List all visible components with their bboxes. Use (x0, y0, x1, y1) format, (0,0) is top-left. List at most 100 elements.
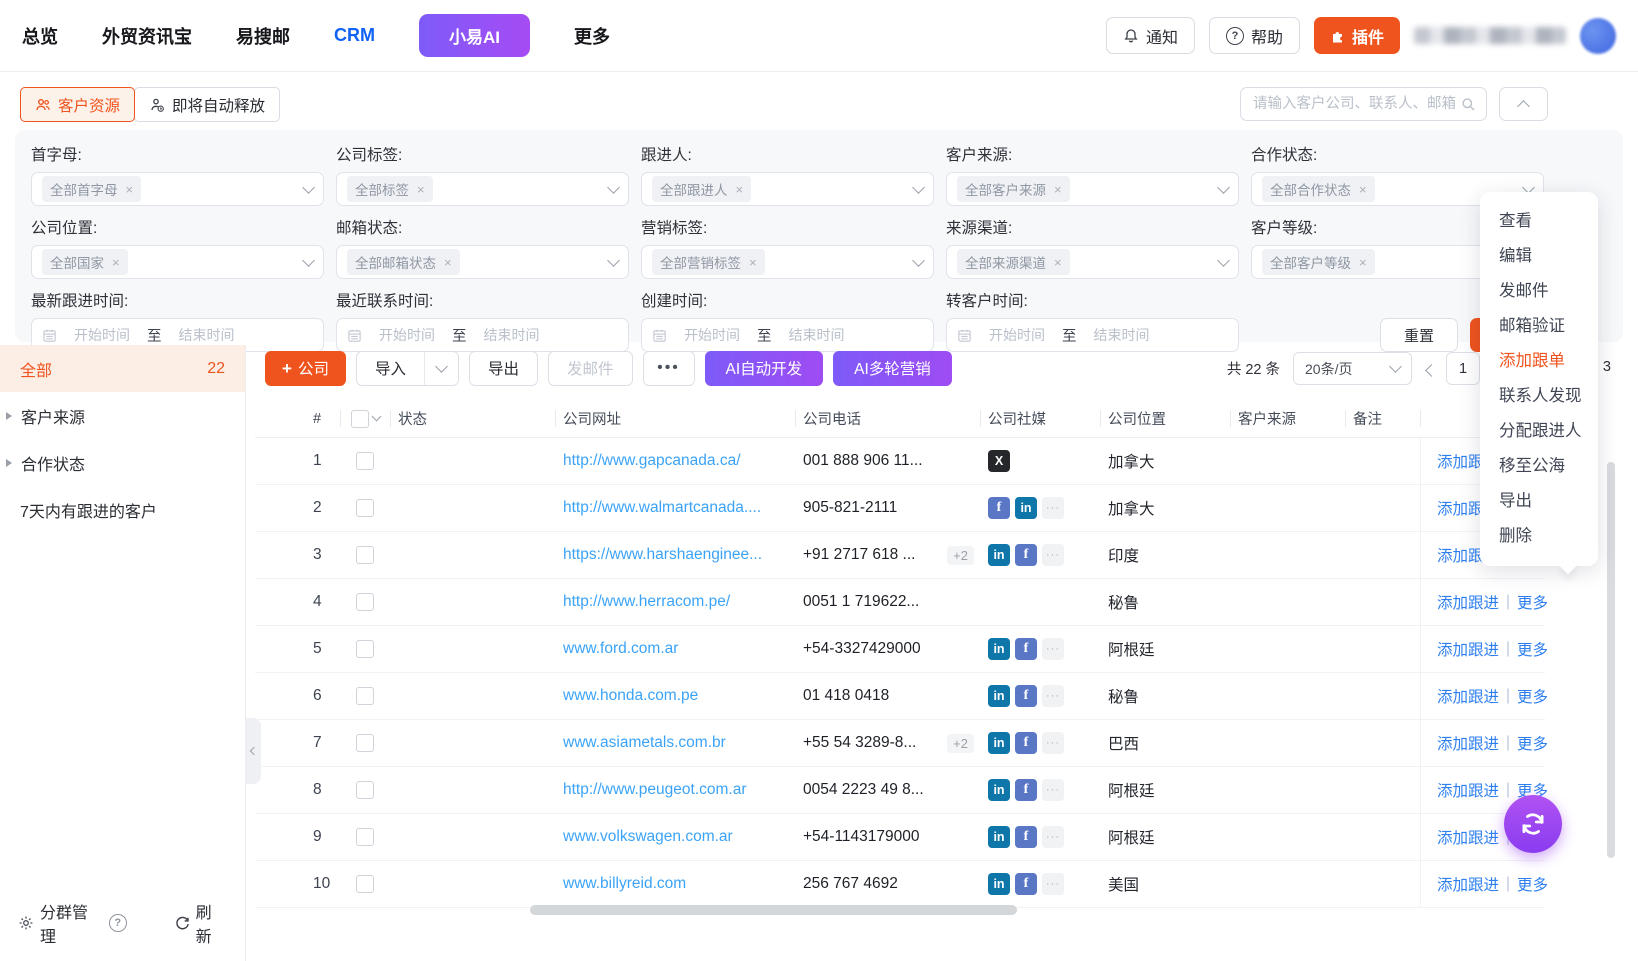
page-size-select[interactable]: 20条/页 (1293, 352, 1412, 385)
company-website-link[interactable]: http://www.peugeot.com.ar (563, 781, 747, 798)
company-website-link[interactable]: www.volkswagen.com.ar (563, 828, 733, 845)
remove-tag-icon[interactable]: × (444, 256, 452, 269)
company-website-link[interactable]: www.honda.com.pe (563, 687, 698, 704)
pagination-prev-button[interactable] (1427, 362, 1436, 380)
nav-overview[interactable]: 总览 (22, 23, 58, 49)
phone-extra-badge[interactable]: +2 (947, 734, 974, 753)
remove-tag-icon[interactable]: × (126, 183, 134, 196)
search-input[interactable] (1251, 95, 1461, 113)
facebook-icon[interactable]: f (1015, 779, 1037, 801)
notifications-button[interactable]: 通知 (1106, 17, 1195, 54)
ai-multi-marketing-button[interactable]: AI多轮营销 (833, 351, 952, 386)
more-social-icon[interactable]: ··· (1042, 826, 1064, 848)
row-checkbox[interactable] (356, 452, 374, 470)
more-social-icon[interactable]: ··· (1042, 779, 1064, 801)
context-menu-item-9[interactable]: 删除 (1480, 519, 1598, 554)
date-range-input[interactable]: 开始时间至结束时间 (336, 318, 629, 352)
avatar[interactable] (1580, 18, 1616, 54)
sidebar-refresh-button[interactable]: 刷新 (175, 899, 227, 947)
linkedin-icon[interactable]: in (988, 732, 1010, 754)
sidebar-item-2[interactable]: 合作状态 (0, 439, 245, 486)
linkedin-icon[interactable]: in (988, 544, 1010, 566)
facebook-icon[interactable]: f (988, 497, 1010, 519)
tab-auto-release[interactable]: 即将自动释放 (134, 87, 280, 122)
context-menu-item-1[interactable]: 编辑 (1480, 239, 1598, 274)
row-checkbox[interactable] (356, 499, 374, 517)
import-button[interactable]: 导入 (357, 352, 424, 385)
chevron-down-icon[interactable] (371, 412, 381, 422)
linkedin-icon[interactable]: in (1015, 497, 1037, 519)
row-checkbox[interactable] (356, 828, 374, 846)
filter-select[interactable]: 全部邮箱状态× (336, 245, 629, 279)
context-menu-item-3[interactable]: 邮箱验证 (1480, 309, 1598, 344)
add-followup-link[interactable]: 添加跟进 (1437, 779, 1499, 801)
linkedin-icon[interactable]: in (988, 638, 1010, 660)
remove-tag-icon[interactable]: × (1359, 256, 1367, 269)
add-followup-link[interactable]: 添加跟进 (1437, 873, 1499, 895)
add-followup-link[interactable]: 添加跟进 (1437, 638, 1499, 660)
linkedin-icon[interactable]: in (988, 685, 1010, 707)
filter-select[interactable]: 全部国家× (31, 245, 324, 279)
filter-collapse-button[interactable] (1499, 87, 1548, 121)
context-menu-item-6[interactable]: 分配跟进人 (1480, 414, 1598, 449)
facebook-icon[interactable]: f (1015, 826, 1037, 848)
context-menu-item-4[interactable]: 添加跟单 (1480, 344, 1598, 379)
more-social-icon[interactable]: ··· (1042, 732, 1064, 754)
context-menu-item-7[interactable]: 移至公海 (1480, 449, 1598, 484)
company-website-link[interactable]: www.ford.com.ar (563, 640, 678, 657)
phone-extra-badge[interactable]: +2 (947, 546, 974, 565)
help-circle-icon[interactable]: ? (109, 914, 127, 932)
facebook-icon[interactable]: f (1015, 873, 1037, 895)
nav-xiaoyi-ai[interactable]: 小易AI (419, 14, 530, 57)
filter-select[interactable]: 全部营销标签× (641, 245, 934, 279)
vertical-scrollbar[interactable] (1607, 462, 1615, 858)
company-website-link[interactable]: http://www.walmartcanada.... (563, 499, 761, 516)
plugin-button[interactable]: 插件 (1314, 17, 1400, 54)
facebook-icon[interactable]: f (1015, 685, 1037, 707)
more-social-icon[interactable]: ··· (1042, 685, 1064, 707)
more-social-icon[interactable]: ··· (1042, 638, 1064, 660)
group-manage-button[interactable]: 分群管理 ? (18, 899, 127, 947)
row-checkbox[interactable] (356, 875, 374, 893)
more-actions-link[interactable]: 更多 (1517, 873, 1548, 895)
more-actions-link[interactable]: 更多 (1517, 732, 1548, 754)
pagination-current-page[interactable]: 1 (1446, 352, 1480, 385)
remove-tag-icon[interactable]: × (736, 183, 744, 196)
linkedin-icon[interactable]: in (988, 826, 1010, 848)
remove-tag-icon[interactable]: × (417, 183, 425, 196)
facebook-icon[interactable]: f (1015, 732, 1037, 754)
ai-auto-develop-button[interactable]: AI自动开发 (705, 351, 824, 386)
sidebar-item-1[interactable]: 客户来源 (0, 392, 245, 439)
add-followup-link[interactable]: 添加跟进 (1437, 591, 1499, 613)
row-checkbox[interactable] (356, 593, 374, 611)
filter-select[interactable]: 全部标签× (336, 172, 629, 206)
import-dropdown-button[interactable] (424, 352, 458, 385)
filter-select[interactable]: 全部来源渠道× (946, 245, 1239, 279)
more-social-icon[interactable]: ··· (1042, 873, 1064, 895)
facebook-icon[interactable]: f (1015, 544, 1037, 566)
add-followup-link[interactable]: 添加跟进 (1437, 826, 1499, 848)
export-button[interactable]: 导出 (469, 351, 538, 386)
reset-button[interactable]: 重置 (1380, 318, 1458, 352)
company-website-link[interactable]: http://www.gapcanada.ca/ (563, 452, 741, 469)
more-actions-link[interactable]: 更多 (1517, 591, 1548, 613)
horizontal-scrollbar[interactable] (530, 905, 1017, 915)
date-range-input[interactable]: 开始时间至结束时间 (946, 318, 1239, 352)
linkedin-icon[interactable]: in (988, 873, 1010, 895)
nav-more[interactable]: 更多 (574, 23, 610, 49)
more-actions-link[interactable]: 更多 (1517, 638, 1548, 660)
tab-customer-resource[interactable]: 客户资源 (20, 87, 135, 122)
x-twitter-icon[interactable]: X (988, 450, 1010, 472)
filter-select[interactable]: 全部首字母× (31, 172, 324, 206)
select-all-checkbox[interactable] (351, 410, 369, 428)
more-social-icon[interactable]: ··· (1042, 497, 1064, 519)
nav-crm[interactable]: CRM (334, 25, 375, 46)
context-menu-item-0[interactable]: 查看 (1480, 204, 1598, 239)
company-website-link[interactable]: www.asiametals.com.br (563, 734, 726, 751)
remove-tag-icon[interactable]: × (749, 256, 757, 269)
more-actions-link[interactable]: 更多 (1517, 685, 1548, 707)
sidebar-item-0[interactable]: 全部22 (0, 345, 245, 392)
company-website-link[interactable]: https://www.harshaenginee... (563, 546, 762, 563)
row-checkbox[interactable] (356, 640, 374, 658)
pagination-page-3[interactable]: 3 (1603, 359, 1611, 375)
